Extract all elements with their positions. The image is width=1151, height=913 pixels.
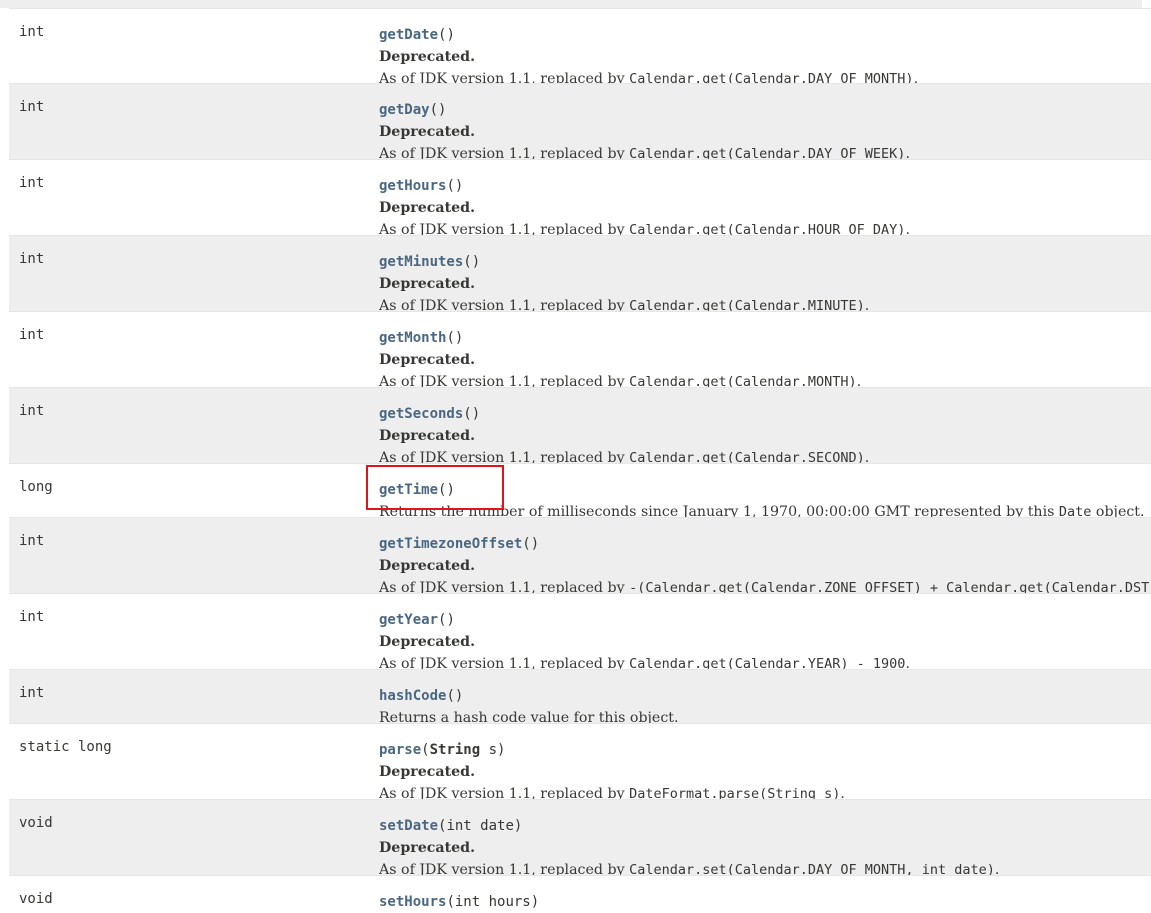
return-type: int	[19, 24, 45, 40]
method-params: ()	[438, 612, 455, 628]
deprecated-label: Deprecated.	[379, 764, 476, 780]
return-type: int	[19, 327, 45, 343]
method-link-getMinutes[interactable]: getMinutes	[379, 254, 463, 270]
deprecated-label: Deprecated.	[379, 276, 476, 292]
table-row: int getMinutes() Deprecated. As of JDK v…	[9, 235, 1151, 314]
method-link-getSeconds[interactable]: getSeconds	[379, 406, 463, 422]
method-params: ()	[446, 178, 464, 194]
method-description: getSeconds() Deprecated. As of JDK versi…	[379, 403, 1151, 469]
method-link-getHours[interactable]: getHours	[379, 178, 446, 194]
method-params: (int hours)	[446, 894, 540, 910]
return-type: int	[19, 609, 45, 625]
table-row: int getMonth() Deprecated. As of JDK ver…	[9, 311, 1151, 390]
method-params: ()	[438, 27, 455, 43]
deprecated-label: Deprecated.	[379, 124, 476, 140]
return-type: long	[19, 479, 53, 495]
table-top-strip	[0, 0, 1142, 8]
deprecated-label: Deprecated.	[379, 634, 476, 650]
method-link-setHours[interactable]: setHours	[379, 894, 446, 910]
table-row: void setHours(int hours)	[9, 875, 1151, 910]
method-params: (String s)	[421, 742, 506, 758]
method-description: getMonth() Deprecated. As of JDK version…	[379, 327, 1151, 393]
method-params: ()	[438, 482, 455, 498]
deprecated-label: Deprecated.	[379, 428, 476, 444]
method-link-getDate[interactable]: getDate	[379, 27, 438, 43]
method-link-parse[interactable]: parse	[379, 742, 421, 758]
table-row: int getSeconds() Deprecated. As of JDK v…	[9, 387, 1151, 466]
return-type: int	[19, 99, 45, 115]
table-row: int hashCode() Returns a hash code value…	[9, 669, 1151, 726]
method-description: getTimezoneOffset() Deprecated. As of JD…	[379, 533, 1151, 599]
method-description: getYear() Deprecated. As of JDK version …	[379, 609, 1151, 675]
method-params: ()	[429, 102, 447, 118]
method-link-setDate[interactable]: setDate	[379, 818, 438, 834]
table-row: int getHours() Deprecated. As of JDK ver…	[9, 159, 1151, 238]
method-link-getMonth[interactable]: getMonth	[379, 330, 446, 346]
method-params: ()	[463, 406, 481, 422]
method-description: getDay() Deprecated. As of JDK version 1…	[379, 99, 1151, 165]
method-link-getYear[interactable]: getYear	[379, 612, 438, 628]
table-row: int getDay() Deprecated. As of JDK versi…	[9, 83, 1151, 162]
return-type: int	[19, 251, 45, 267]
table-row: static long parse(String s) Deprecated. …	[9, 723, 1151, 802]
method-description: getHours() Deprecated. As of JDK version…	[379, 175, 1151, 241]
return-type: int	[19, 533, 45, 549]
table-row: int getTimezoneOffset() Deprecated. As o…	[9, 517, 1151, 596]
return-type: int	[19, 403, 45, 419]
method-description: setDate(int date) Deprecated. As of JDK …	[379, 815, 1151, 881]
return-type: int	[19, 685, 45, 701]
method-params: ()	[446, 688, 464, 704]
table-row: int getYear() Deprecated. As of JDK vers…	[9, 593, 1151, 672]
method-description: setHours(int hours)	[379, 891, 1151, 913]
deprecated-label: Deprecated.	[379, 49, 476, 65]
method-params: (int date)	[438, 818, 523, 834]
method-link-getTime[interactable]: getTime	[379, 482, 438, 498]
method-params: ()	[522, 536, 540, 552]
method-description: parse(String s) Deprecated. As of JDK ve…	[379, 739, 1151, 805]
method-params: ()	[463, 254, 481, 270]
method-params: ()	[446, 330, 464, 346]
deprecated-label: Deprecated.	[379, 200, 476, 216]
method-link-getDay[interactable]: getDay	[379, 102, 430, 118]
method-link-getTimezoneOffset[interactable]: getTimezoneOffset	[379, 536, 522, 552]
table-row: long getTime() Returns the number of mil…	[9, 463, 1151, 520]
method-description: getMinutes() Deprecated. As of JDK versi…	[379, 251, 1151, 317]
table-row: void setDate(int date) Deprecated. As of…	[9, 799, 1151, 878]
table-row: int getDate() Deprecated. As of JDK vers…	[9, 8, 1151, 87]
return-type: static long	[19, 739, 112, 755]
method-description: getDate() Deprecated. As of JDK version …	[379, 24, 1151, 90]
deprecated-label: Deprecated.	[379, 352, 476, 368]
method-link-hashCode[interactable]: hashCode	[379, 688, 446, 704]
deprecated-label: Deprecated.	[379, 840, 476, 856]
return-type: int	[19, 175, 45, 191]
return-type: void	[19, 815, 53, 831]
deprecated-label: Deprecated.	[379, 558, 476, 574]
return-type: void	[19, 891, 53, 907]
